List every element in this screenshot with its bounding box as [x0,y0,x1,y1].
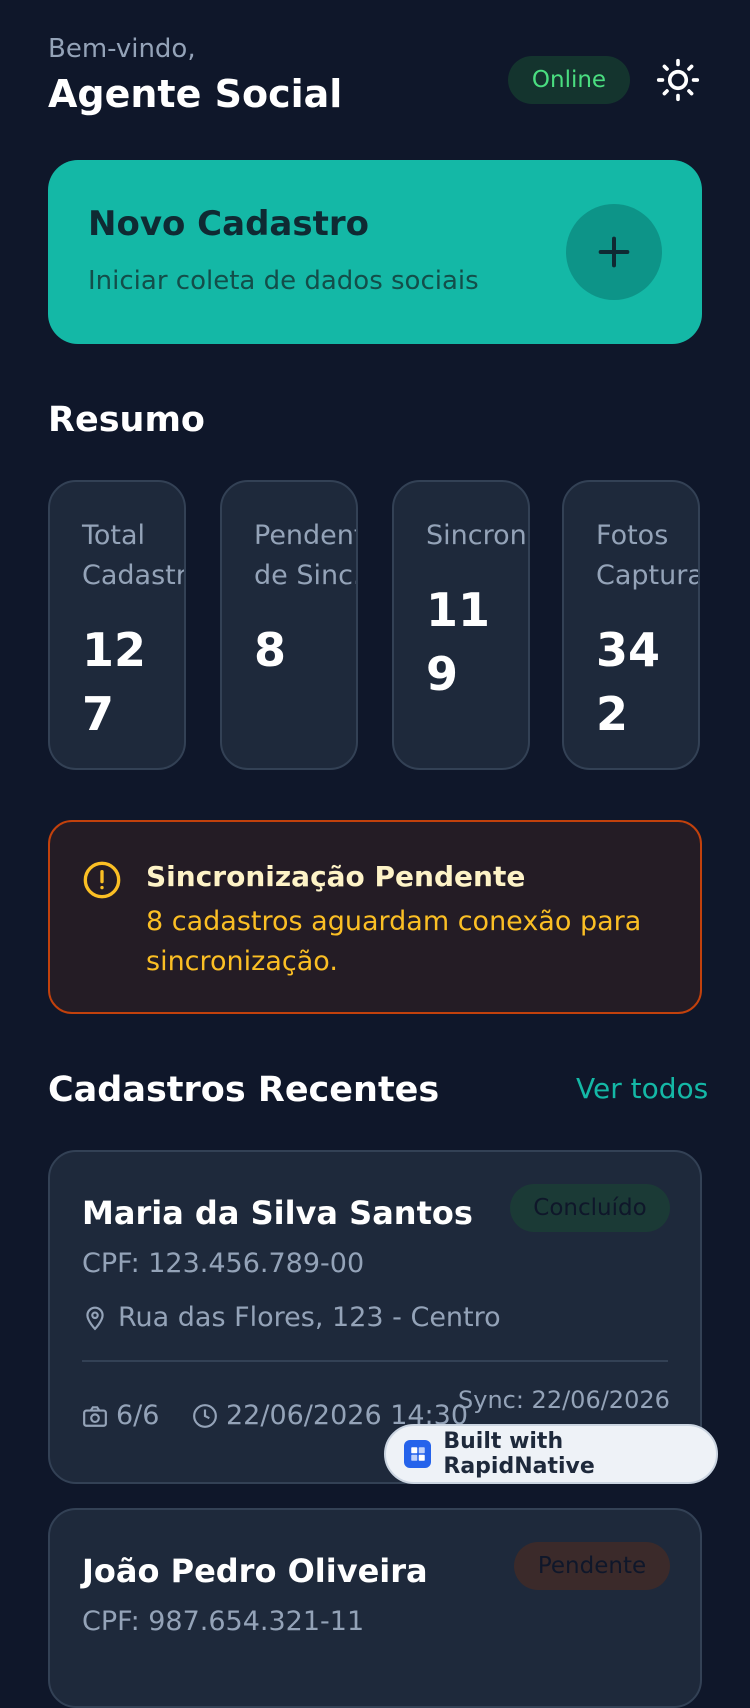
camera-icon [83,1405,107,1427]
record-name: João Pedro Oliveira [82,1552,428,1590]
stat-label: Sincronizados [426,520,528,551]
stat-value: 342 [596,623,661,741]
stat-card-photos: Fotos Capturadas 342 [562,480,700,770]
recent-card[interactable]: João Pedro Oliveira Pendente CPF: 987.65… [48,1508,702,1708]
plus-icon [598,236,630,268]
photo-count-text: 6/6 [116,1400,160,1431]
built-with-text: Built with RapidNative [443,1429,595,1479]
new-registration-card[interactable]: Novo Cadastro Iniciar coleta de dados so… [48,160,702,344]
stat-card-synced: Sincronizados 119 [392,480,530,770]
add-registration-button[interactable] [566,204,662,300]
user-name: Agente Social [48,72,343,116]
stat-label: Fotos Capturadas [596,520,698,591]
stat-label: Pendentes de Sinc. [254,520,358,591]
recent-title: Cadastros Recentes [48,1070,440,1110]
greeting-text: Bem-vindo, [48,34,196,64]
stat-card-total: Total Cadastrados 127 [48,480,186,770]
map-pin-icon [86,1306,104,1330]
sync-date: Sync: 22/06/2026 [458,1386,670,1414]
record-address-text: Rua das Flores, 123 - Centro [118,1302,501,1333]
stat-label: Total Cadastrados [82,520,186,591]
new-registration-title: Novo Cadastro [88,204,369,244]
record-address: Rua das Flores, 123 - Centro [82,1302,501,1333]
summary-title: Resumo [48,400,205,440]
stat-value: 119 [426,583,491,701]
alert-circle-icon [83,861,121,899]
divider [82,1360,668,1362]
record-name: Maria da Silva Santos [82,1194,473,1232]
see-all-link[interactable]: Ver todos [576,1072,708,1105]
stat-value: 127 [82,623,147,741]
sun-icon [656,58,700,102]
built-with-badge[interactable]: Built with RapidNative [384,1424,718,1484]
photo-count: 6/6 [82,1400,159,1431]
sync-pending-alert: Sincronização Pendente 8 cadastros aguar… [48,820,702,1014]
new-registration-subtitle: Iniciar coleta de dados sociais [88,266,479,296]
record-cpf: CPF: 123.456.789-00 [82,1248,365,1279]
stat-value: 8 [254,623,287,677]
alert-message: 8 cadastros aguardam conexão para sincro… [146,906,642,977]
alert-title: Sincronização Pendente [146,860,526,893]
rapidnative-logo-icon [404,1440,432,1468]
clock-icon [193,1403,217,1428]
status-badge: Pendente [514,1542,670,1590]
theme-toggle-button[interactable] [654,56,702,104]
record-cpf: CPF: 987.654.321-11 [82,1606,365,1637]
online-status-badge: Online [508,56,630,104]
stat-card-pending: Pendentes de Sinc. 8 [220,480,358,770]
status-badge: Concluído [510,1184,670,1232]
